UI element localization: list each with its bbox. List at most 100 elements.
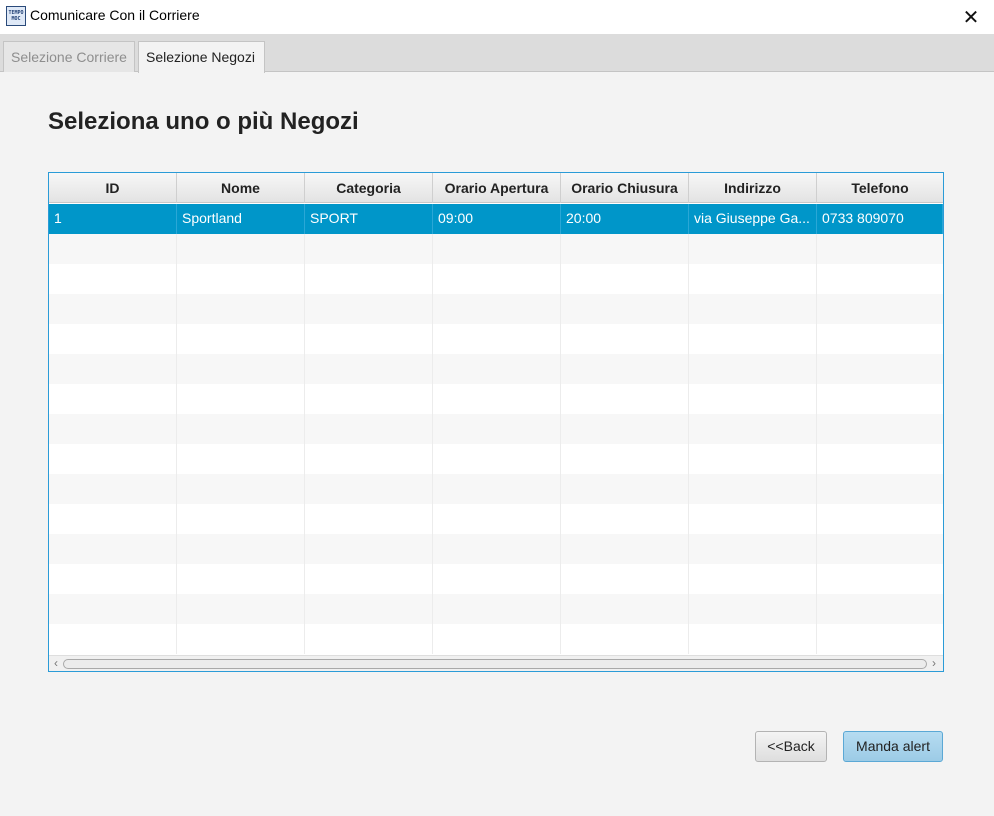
empty-cell [433,624,561,654]
table-body: 1 Sportland SPORT 09:00 20:00 via Giusep… [49,204,943,654]
title-bar: TEMPO MOC Comunicare Con il Corriere ✕ [0,0,994,34]
empty-cell [49,294,177,324]
empty-cell [433,594,561,624]
empty-cell [817,384,943,414]
empty-cell [305,234,433,264]
cell-categoria: SPORT [305,204,433,234]
empty-cell [177,264,305,294]
empty-cell [49,624,177,654]
empty-cell [689,474,817,504]
empty-table-row[interactable] [49,444,943,474]
empty-cell [689,624,817,654]
column-header-id[interactable]: ID [49,173,177,203]
table-header: ID Nome Categoria Orario Apertura Orario… [49,173,943,203]
empty-table-row[interactable] [49,564,943,594]
empty-cell [689,534,817,564]
empty-cell [177,624,305,654]
empty-table-row[interactable] [49,294,943,324]
empty-cell [177,234,305,264]
tab-selezione-negozi[interactable]: Selezione Negozi [138,41,265,73]
empty-table-row[interactable] [49,324,943,354]
empty-cell [49,594,177,624]
tab-bar: Selezione Corriere Selezione Negozi [0,34,994,73]
empty-cell [433,294,561,324]
empty-table-row[interactable] [49,384,943,414]
manda-alert-button[interactable]: Manda alert [843,731,943,762]
empty-cell [305,624,433,654]
empty-cell [49,504,177,534]
horizontal-scrollbar[interactable]: ‹ › [49,655,943,671]
empty-cell [689,324,817,354]
empty-cell [177,534,305,564]
window-title: Comunicare Con il Corriere [30,7,200,23]
empty-cell [433,504,561,534]
empty-cell [305,294,433,324]
table-row[interactable]: 1 Sportland SPORT 09:00 20:00 via Giusep… [49,204,943,234]
empty-cell [817,474,943,504]
empty-cell [177,384,305,414]
empty-cell [817,444,943,474]
empty-table-row[interactable] [49,504,943,534]
empty-cell [433,324,561,354]
empty-cell [177,324,305,354]
empty-cell [433,264,561,294]
empty-cell [433,564,561,594]
empty-cell [689,294,817,324]
column-header-telefono[interactable]: Telefono [817,173,943,203]
empty-table-row[interactable] [49,534,943,564]
empty-cell [817,234,943,264]
empty-table-row[interactable] [49,414,943,444]
empty-cell [49,564,177,594]
cell-orario-chiusura: 20:00 [561,204,689,234]
empty-cell [817,264,943,294]
empty-cell [49,234,177,264]
empty-cell [433,444,561,474]
empty-cell [689,384,817,414]
empty-cell [817,504,943,534]
empty-cell [177,504,305,534]
empty-cell [561,504,689,534]
empty-cell [689,264,817,294]
empty-cell [689,354,817,384]
empty-cell [817,624,943,654]
scroll-left-icon[interactable]: ‹ [49,656,63,671]
scroll-right-icon[interactable]: › [927,656,941,671]
empty-table-row[interactable] [49,234,943,264]
cell-id: 1 [49,204,177,234]
empty-cell [561,534,689,564]
empty-cell [177,294,305,324]
empty-table-row[interactable] [49,354,943,384]
column-header-orario-chiusura[interactable]: Orario Chiusura [561,173,689,203]
empty-cell [305,384,433,414]
cell-indirizzo: via Giuseppe Ga... [689,204,817,234]
empty-cell [817,594,943,624]
close-icon[interactable]: ✕ [948,0,994,34]
empty-cell [305,264,433,294]
negozi-table[interactable]: ID Nome Categoria Orario Apertura Orario… [48,172,944,672]
tab-selezione-corriere[interactable]: Selezione Corriere [3,41,135,72]
column-header-indirizzo[interactable]: Indirizzo [689,173,817,203]
app-logo-text-2: MOC [11,16,21,22]
cell-nome: Sportland [177,204,305,234]
empty-cell [817,534,943,564]
empty-cell [561,234,689,264]
empty-cell [177,474,305,504]
empty-cell [561,474,689,504]
scrollbar-thumb[interactable] [63,659,927,669]
page-title: Seleziona uno o più Negozi [48,108,359,135]
cell-telefono: 0733 809070 [817,204,943,234]
empty-table-row[interactable] [49,474,943,504]
empty-table-row[interactable] [49,624,943,654]
empty-cell [689,444,817,474]
empty-cell [177,414,305,444]
empty-cell [561,354,689,384]
empty-table-row[interactable] [49,594,943,624]
column-header-categoria[interactable]: Categoria [305,173,433,203]
column-header-nome[interactable]: Nome [177,173,305,203]
back-button[interactable]: <<Back [755,731,827,762]
empty-cell [49,384,177,414]
column-header-orario-apertura[interactable]: Orario Apertura [433,173,561,203]
empty-cell [433,354,561,384]
empty-cell [305,564,433,594]
empty-table-row[interactable] [49,264,943,294]
